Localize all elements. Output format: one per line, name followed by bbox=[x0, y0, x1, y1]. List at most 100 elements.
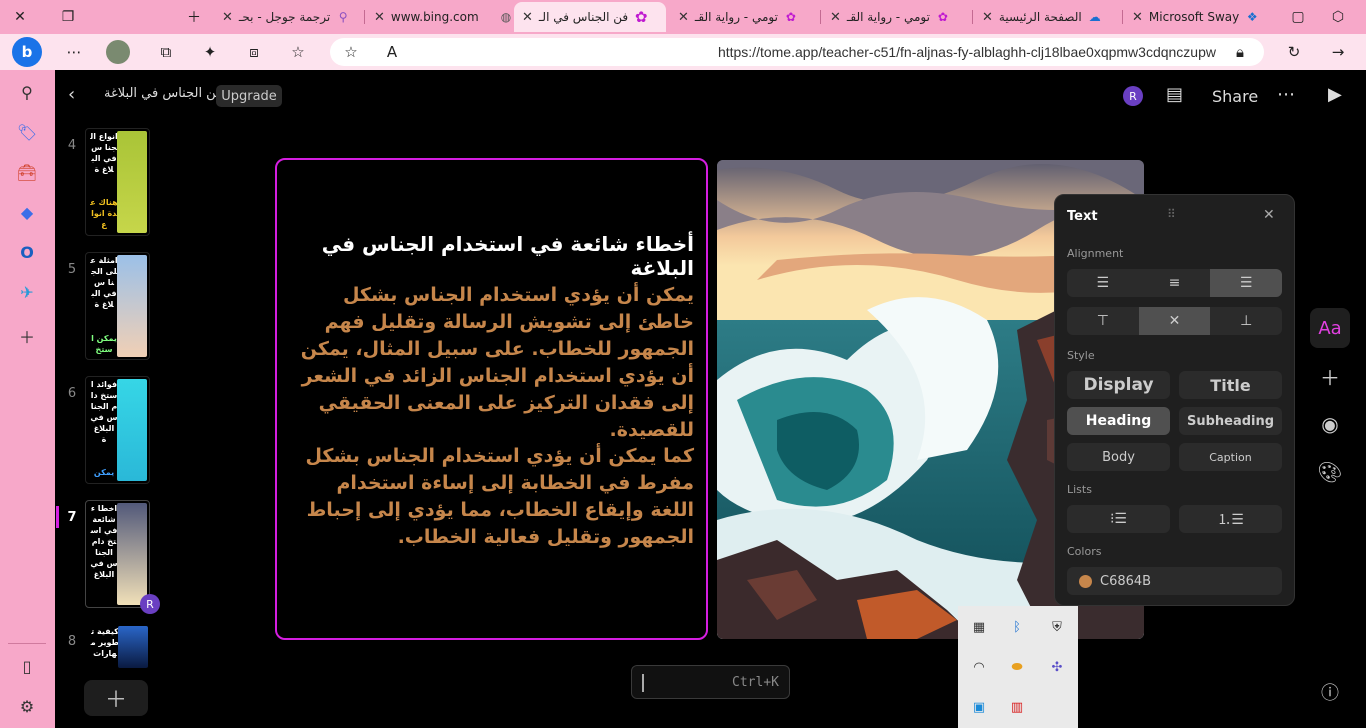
close-tab-icon[interactable]: ✕ bbox=[222, 10, 233, 25]
security-shield-icon[interactable]: ⛨ bbox=[1046, 616, 1068, 638]
bing-copilot-icon[interactable]: b bbox=[12, 37, 42, 67]
profile-avatar[interactable] bbox=[106, 40, 130, 64]
slide-thumbnail-6[interactable]: فوائد استخ دام الجنا س في البلاغ ة يمكن bbox=[85, 376, 150, 484]
style-subheading-button[interactable]: Subheading bbox=[1179, 407, 1282, 435]
thumb-title: انواع الجنا س في البلاغ ة bbox=[90, 132, 118, 174]
tab-microsoft-sway[interactable]: ✕ Microsoft Sway ❖ bbox=[1124, 2, 1272, 32]
numbered-list-icon[interactable]: ⒈☰ bbox=[1179, 505, 1282, 533]
tab-actions-icon[interactable]: ▢ bbox=[1278, 0, 1318, 34]
thumb-title: اخطا ء شائعة في استخ دام الجنا س في البل… bbox=[90, 504, 118, 579]
close-tab-icon[interactable]: ✕ bbox=[678, 10, 689, 25]
command-bar[interactable]: Ctrl+K bbox=[631, 665, 790, 699]
search-icon: ⚲ bbox=[338, 10, 348, 24]
doc-title[interactable]: فن الجناس في البلاغة bbox=[104, 86, 222, 101]
tab-onedrive-home[interactable]: ✕ الصفحة الرئيسية ☁ bbox=[974, 2, 1120, 32]
refresh-icon[interactable]: ↻ bbox=[1280, 38, 1308, 66]
tools-icon[interactable]: 🧰︎ bbox=[13, 158, 41, 186]
slide-paragraph-1[interactable]: يمكن أن يؤدي استخدام الجناس بشكل خاطئ إل… bbox=[300, 282, 694, 444]
app-tray-icon[interactable]: ▥ bbox=[1006, 696, 1028, 718]
close-icon[interactable]: ✕ bbox=[1263, 207, 1275, 223]
more-menu-icon[interactable]: ⋯ bbox=[1277, 84, 1295, 105]
align-top-icon[interactable]: ⊤ bbox=[1067, 307, 1139, 335]
lock-icon[interactable]: 🔒︎ bbox=[1226, 38, 1254, 66]
style-display-button[interactable]: Display bbox=[1067, 371, 1170, 399]
bluetooth-icon[interactable]: ᛒ bbox=[1006, 616, 1028, 638]
send-icon[interactable]: ✈ bbox=[13, 278, 41, 306]
panel-title: Text bbox=[1067, 209, 1098, 224]
add-favorite-icon[interactable]: ☆ bbox=[337, 38, 365, 66]
tab-tome-2[interactable]: ✕ تومي - رواية القـ ✿ bbox=[670, 2, 818, 32]
help-icon[interactable]: ⓘ bbox=[1310, 672, 1350, 712]
text-color-picker[interactable]: C6864B bbox=[1067, 567, 1282, 595]
extensions-icon[interactable]: ✦ bbox=[196, 38, 224, 66]
close-tab-icon[interactable]: ✕ bbox=[830, 10, 841, 25]
align-bottom-icon[interactable]: ⊥ bbox=[1210, 307, 1282, 335]
align-center-icon[interactable]: ≡ bbox=[1139, 269, 1211, 297]
align-middle-icon[interactable]: ✕ bbox=[1138, 307, 1211, 335]
style-body-button[interactable]: Body bbox=[1067, 443, 1170, 471]
address-bar[interactable]: https://tome.app/teacher-c51/fn-aljnas-f… bbox=[330, 38, 1264, 66]
close-tab-icon[interactable]: ✕ bbox=[982, 10, 993, 25]
collections-icon[interactable]: ⧉ bbox=[152, 38, 180, 66]
tab-groups-icon[interactable]: ⧈ bbox=[240, 38, 268, 66]
align-left-icon[interactable]: ☰ bbox=[1067, 269, 1139, 297]
play-icon[interactable]: ▶ bbox=[1328, 84, 1342, 105]
shopping-icon[interactable]: 🏷︎ bbox=[13, 118, 41, 146]
slide-thumbnail-5[interactable]: امثلة على الجنا س في البلاغ ة يمكن استخ bbox=[85, 252, 150, 360]
close-tab-icon[interactable]: ✕ bbox=[1132, 10, 1143, 25]
search-icon[interactable]: ⚲ bbox=[13, 78, 41, 106]
slide-thumbnail-4[interactable]: انواع الجنا س في البلاغ ة هناك عدة انواع bbox=[85, 128, 150, 236]
read-aloud-icon[interactable]: A bbox=[378, 38, 406, 66]
globe-icon: ◍ bbox=[500, 10, 512, 24]
style-heading-button[interactable]: Heading bbox=[1067, 407, 1170, 435]
add-sidebar-app-icon[interactable]: ＋ bbox=[13, 322, 41, 350]
tab-active-tome[interactable]: ✕ فن الجناس في الـ ✿ bbox=[514, 2, 666, 32]
tab-tome-3[interactable]: ✕ تومي - رواية القـ ✿ bbox=[822, 2, 970, 32]
settings-icon[interactable]: ⚙ bbox=[13, 692, 41, 720]
bullet-list-icon[interactable]: ⁝☰ bbox=[1067, 505, 1170, 533]
style-caption-button[interactable]: Caption bbox=[1179, 443, 1282, 471]
new-tab-icon[interactable]: ＋ bbox=[174, 0, 214, 34]
style-title-button[interactable]: Title bbox=[1179, 371, 1282, 399]
microsoft365-icon[interactable]: ◆ bbox=[13, 198, 41, 226]
drag-handle-icon[interactable]: ⠿ bbox=[1167, 207, 1176, 221]
tab-title: www.bing.com bbox=[390, 10, 479, 24]
zoom-icon[interactable]: ▣ bbox=[968, 696, 990, 718]
teams-icon[interactable]: ✣ bbox=[1046, 656, 1068, 678]
workspaces-icon[interactable]: ⬡ bbox=[1318, 0, 1358, 34]
record-icon[interactable]: ◉ bbox=[1310, 404, 1350, 444]
outlook-icon[interactable]: O bbox=[13, 238, 41, 266]
url-text: https://tome.app/teacher-c51/fn-aljnas-f… bbox=[717, 44, 1216, 60]
sidebar-toggle-icon[interactable]: ▯ bbox=[13, 652, 41, 680]
close-window-icon[interactable]: ✕ bbox=[0, 0, 40, 34]
share-button[interactable]: Share bbox=[1212, 87, 1258, 106]
slide-thumbnail-8[interactable]: كيفية تطوير مهارات bbox=[85, 624, 150, 668]
slide-thumbnail-7[interactable]: اخطا ء شائعة في استخ دام الجنا س في البل… bbox=[85, 500, 150, 608]
slide-title[interactable]: أخطاء شائعة في استخدام الجناس في البلاغة bbox=[300, 232, 694, 280]
onedrive-icon: ☁ bbox=[1088, 10, 1101, 24]
favorites-icon[interactable]: ☆ bbox=[284, 38, 312, 66]
forward-icon[interactable]: → bbox=[1324, 38, 1352, 66]
restore-window-icon[interactable]: ❐ bbox=[48, 0, 88, 34]
tab-google-translate[interactable]: ✕ ترجمة جوجل - بحـ ⚲ bbox=[214, 2, 362, 32]
tab-bing[interactable]: ✕ www.bing.com ◍ bbox=[366, 2, 512, 32]
comment-icon[interactable]: ▤ bbox=[1166, 84, 1183, 105]
upgrade-button[interactable]: Upgrade bbox=[216, 85, 282, 107]
lists-label: Lists bbox=[1067, 483, 1092, 496]
more-options-icon[interactable]: ⋯ bbox=[60, 38, 88, 66]
add-slide-button[interactable]: ＋ bbox=[84, 680, 148, 716]
user-avatar[interactable]: R bbox=[1123, 86, 1143, 106]
add-element-icon[interactable]: ＋ bbox=[1310, 356, 1350, 396]
back-chevron-icon[interactable]: ‹ bbox=[68, 84, 75, 105]
align-right-icon[interactable]: ☰ bbox=[1210, 269, 1282, 297]
color-value: C6864B bbox=[1100, 573, 1152, 589]
slide-paragraph-2[interactable]: كما يمكن أن يؤدي استخدام الجناس بشكل مفر… bbox=[300, 443, 694, 551]
wifi-icon[interactable]: ◠ bbox=[968, 656, 990, 678]
theme-palette-icon[interactable]: 🎨︎ bbox=[1310, 452, 1350, 492]
storage-icon[interactable]: ⬬ bbox=[1006, 656, 1028, 678]
network-device-icon[interactable]: ▦ bbox=[968, 616, 990, 638]
close-tab-icon[interactable]: ✕ bbox=[374, 10, 385, 25]
text-format-button[interactable]: Aa bbox=[1310, 308, 1350, 348]
close-tab-icon[interactable]: ✕ bbox=[522, 10, 533, 25]
tab-title: الصفحة الرئيسية bbox=[998, 10, 1082, 24]
